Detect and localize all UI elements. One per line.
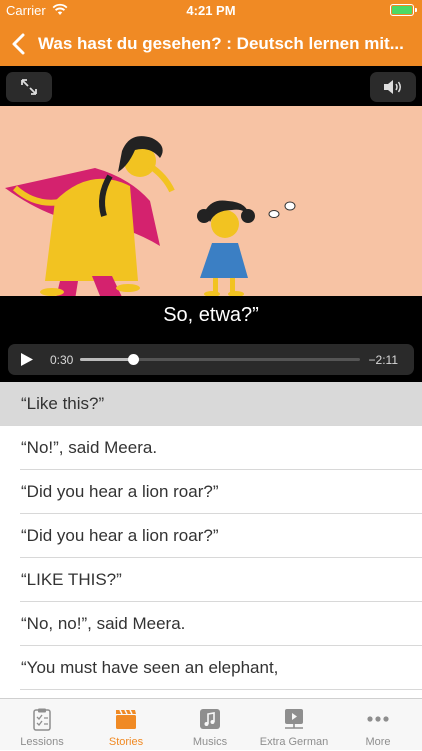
list-item[interactable]: “Did you hear a lion roar?” — [0, 470, 422, 514]
tab-more[interactable]: More — [336, 699, 420, 751]
back-chevron-icon[interactable] — [8, 32, 30, 56]
list-item[interactable]: “No!”, said Meera. — [0, 426, 422, 470]
tab-musics[interactable]: Musics — [168, 699, 252, 751]
seek-progress — [80, 358, 134, 361]
fullscreen-button[interactable] — [6, 72, 52, 102]
current-time: 0:30 — [50, 353, 74, 367]
clapperboard-icon — [116, 709, 136, 729]
list-item[interactable]: “Like this?” — [0, 382, 422, 426]
video-player[interactable]: So, etwa?” 0:30 −2:11 — [0, 66, 422, 382]
status-bar: Carrier 4:21 PM — [0, 0, 422, 22]
clipboard-icon — [33, 708, 51, 731]
page-title: Was hast du gesehen? : Deutsch lernen mi… — [38, 34, 404, 53]
list-item[interactable]: “No, no!”, said Meera. — [0, 602, 422, 646]
navigation-bar: Was hast du gesehen? : Deutsch lernen mi… — [0, 22, 422, 66]
tab-bar: Lessions Stories Musics Extra German Mor… — [0, 698, 422, 750]
video-icon — [285, 709, 303, 729]
tab-extra-german[interactable]: Extra German — [252, 699, 336, 751]
tab-lessions[interactable]: Lessions — [0, 699, 84, 751]
video-subtitle: So, etwa?” — [163, 304, 259, 326]
expand-icon — [21, 79, 37, 95]
battery-icon — [390, 4, 417, 16]
story-illustration — [0, 106, 422, 296]
remaining-time: −2:11 — [368, 353, 398, 367]
seek-bar[interactable] — [80, 354, 360, 365]
tab-stories[interactable]: Stories — [84, 699, 168, 751]
more-dots-icon — [367, 716, 389, 722]
speaker-icon — [384, 80, 401, 94]
volume-button[interactable] — [370, 72, 416, 102]
sentence-list: “Like this?” “No!”, said Meera. “Did you… — [0, 382, 422, 698]
seek-knob[interactable] — [128, 354, 140, 365]
list-item[interactable]: “You must have seen an elephant, — [0, 646, 422, 690]
list-item[interactable]: “Did you hear a lion roar?” — [0, 514, 422, 558]
playback-controls: 0:30 −2:11 — [8, 344, 414, 375]
clock: 4:21 PM — [186, 3, 236, 18]
music-note-icon — [200, 709, 220, 729]
list-item[interactable]: “LIKE THIS?” — [0, 558, 422, 602]
play-icon[interactable] — [20, 352, 34, 367]
